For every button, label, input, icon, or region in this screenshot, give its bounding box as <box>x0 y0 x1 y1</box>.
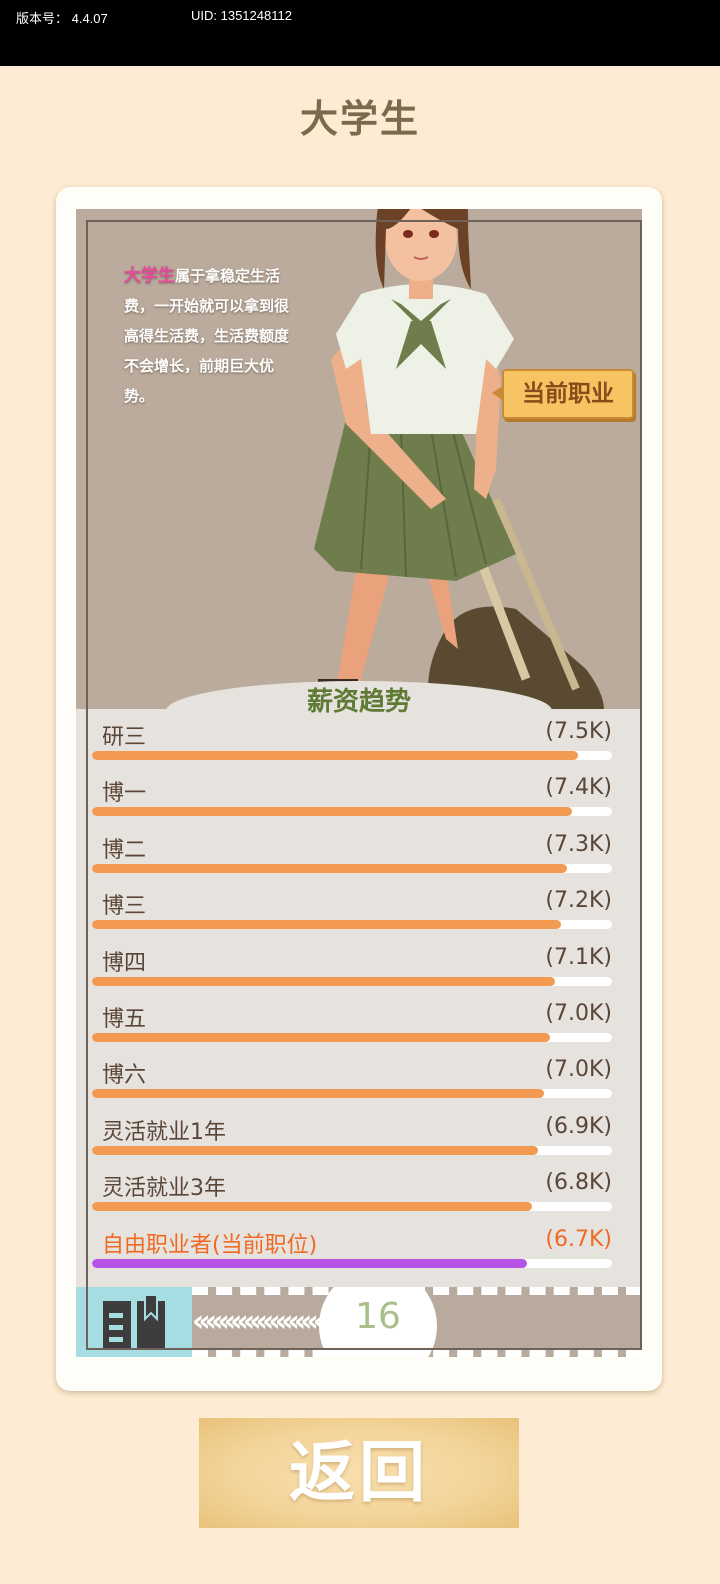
salary-row: 博六 (7.0K) <box>92 1051 612 1107</box>
salary-bar-track <box>92 920 612 930</box>
salary-row-label: 自由职业者(当前职位) <box>102 1232 318 1258</box>
salary-bar-fill <box>92 1032 550 1042</box>
salary-list: 研三 (7.5K) 博一 (7.4K) 博二 (7.3K) 博三 (7.2K) 博四 (7.1K)… <box>92 713 612 1277</box>
salary-row-label: 博五 <box>102 1006 147 1032</box>
book-icon <box>103 1294 165 1349</box>
salary-row-value: (7.3K) <box>545 831 612 857</box>
salary-row-value: (7.0K) <box>545 1000 612 1026</box>
salary-bar-track <box>92 1089 612 1099</box>
salary-row-value: (6.9K) <box>545 1113 612 1139</box>
salary-row-value: (7.2K) <box>545 888 612 914</box>
salary-bar-fill <box>92 1089 544 1099</box>
salary-bar-track <box>92 751 612 760</box>
salary-bar-fill <box>92 807 573 817</box>
salary-row-label: 灵活就业1年 <box>102 1119 226 1145</box>
salary-row-label: 博三 <box>102 894 147 920</box>
job-card: 大学生属于拿稳定生活费，一开始就可以拿到很高得生活费，生活费额度不会增长，前期巨… <box>56 187 662 1391</box>
uid-label: UID: 1351248112 <box>191 8 292 23</box>
page-number: 16 <box>319 1287 437 1357</box>
job-title: 大学生 <box>299 97 420 141</box>
salary-row-current: 自由职业者(当前职位) (6.7K) <box>92 1221 612 1277</box>
salary-row-value: (7.0K) <box>545 1057 612 1083</box>
salary-bar-fill <box>92 1258 527 1268</box>
salary-row-value: (6.8K) <box>545 1170 612 1196</box>
salary-row-value: (7.5K) <box>545 719 612 744</box>
current-job-badge: 当前职业 <box>492 369 634 419</box>
salary-bar-fill <box>92 920 562 930</box>
salary-row: 博五 (7.0K) <box>92 995 612 1051</box>
salary-row-value: (7.1K) <box>545 944 612 970</box>
salary-bar-track <box>92 807 612 817</box>
salary-trend-panel: 薪资趋势 研三 (7.5K) 博一 (7.4K) 博二 (7.3K) 博三 (7.2K) 博四(… <box>76 681 642 1287</box>
salary-row: 博三 (7.2K) <box>92 882 612 938</box>
salary-row-label: 博一 <box>102 781 147 807</box>
salary-bar-track <box>92 1258 612 1268</box>
salary-bar-fill <box>92 1145 539 1155</box>
back-button[interactable]: 返回 <box>199 1418 519 1528</box>
salary-bar-track <box>92 1202 612 1212</box>
salary-row: 研三 (7.5K) <box>92 713 612 769</box>
salary-bar-track <box>92 1032 612 1042</box>
job-description-highlight: 大学生 <box>124 266 175 286</box>
salary-row: 灵活就业1年 (6.9K) <box>92 1108 612 1164</box>
salary-row-label: 研三 <box>102 725 147 750</box>
salary-row: 博四 (7.1K) <box>92 939 612 995</box>
salary-row: 博一 (7.4K) <box>92 769 612 825</box>
portrait-panel: 大学生属于拿稳定生活费，一开始就可以拿到很高得生活费，生活费额度不会增长，前期巨… <box>76 209 642 709</box>
status-bar: 版本号： 4.4.07 UID: 1351248112 <box>0 0 720 66</box>
salary-row-label: 博四 <box>102 950 147 976</box>
book-button[interactable] <box>76 1287 192 1357</box>
salary-row: 灵活就业3年 (6.8K) <box>92 1164 612 1220</box>
job-description-text: 属于拿稳定生活费，一开始就可以拿到很高得生活费，生活费额度不会增长，前期巨大优势… <box>124 267 290 405</box>
salary-bar-track <box>92 976 612 986</box>
salary-row-label: 灵活就业3年 <box>102 1176 226 1202</box>
salary-row: 博二 (7.3K) <box>92 826 612 882</box>
job-description: 大学生属于拿稳定生活费，一开始就可以拿到很高得生活费，生活费额度不会增长，前期巨… <box>124 261 289 411</box>
version-label: 版本号： 4.4.07 <box>16 11 108 26</box>
salary-bar-fill <box>92 1202 533 1212</box>
salary-bar-track <box>92 863 612 873</box>
salary-row-value: (7.4K) <box>545 775 612 801</box>
salary-row-label: 博六 <box>102 1063 147 1089</box>
salary-bar-fill <box>92 863 567 873</box>
salary-bar-fill <box>92 751 579 760</box>
card-footer: ‹‹‹‹‹‹‹‹‹‹‹‹‹‹‹‹‹‹‹‹‹‹‹‹‹‹‹‹ 16 <box>76 1287 642 1357</box>
salary-row-label: 博二 <box>102 837 147 863</box>
salary-bar-fill <box>92 976 556 986</box>
salary-bar-track <box>92 1145 612 1155</box>
salary-row-value: (6.7K) <box>545 1226 612 1252</box>
